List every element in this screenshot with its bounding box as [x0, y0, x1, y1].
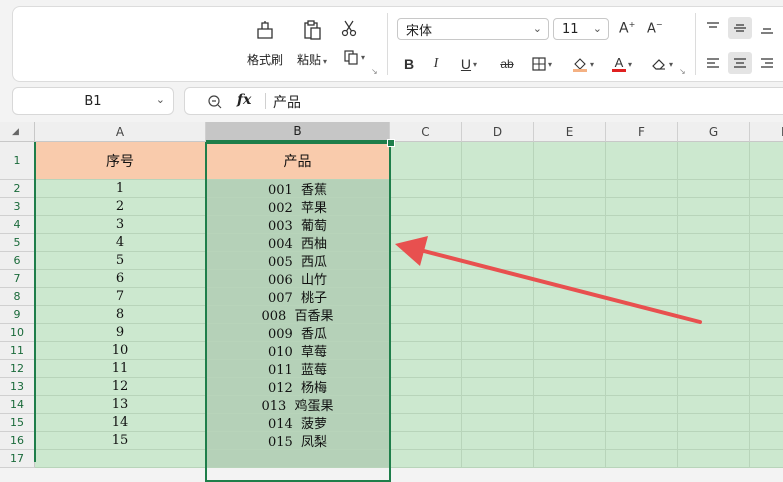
annotation-arrow [395, 236, 702, 324]
